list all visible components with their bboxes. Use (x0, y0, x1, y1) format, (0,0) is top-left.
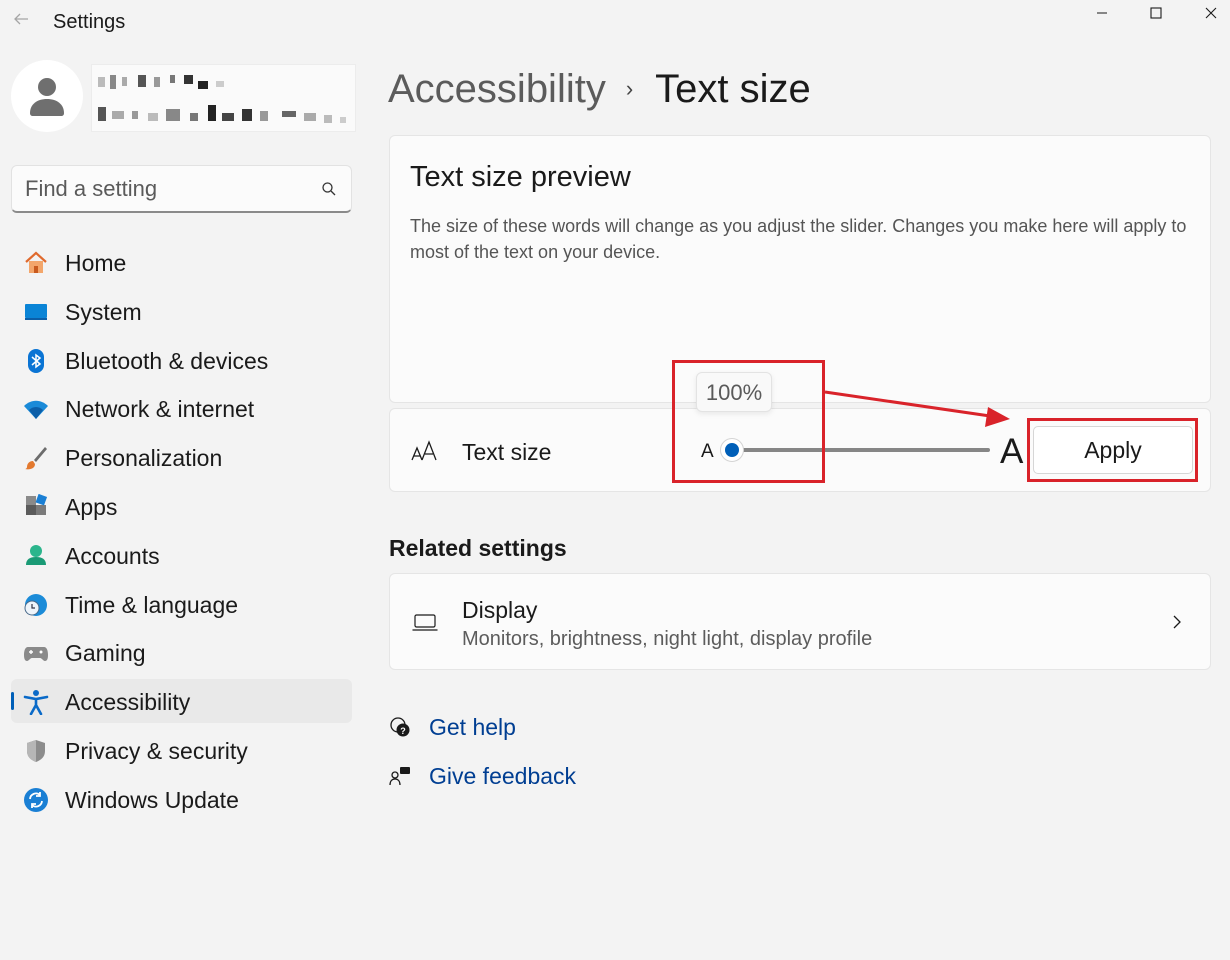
svg-text:?: ? (400, 726, 406, 736)
apps-icon (23, 493, 49, 520)
profile-info-redacted (91, 64, 356, 132)
monitor-icon (23, 299, 49, 325)
annotation-highlight-slider (672, 360, 825, 483)
give-feedback-link[interactable]: Give feedback (429, 763, 576, 790)
sidebar-item-home[interactable]: Home (11, 240, 352, 284)
preview-description: The size of these words will change as y… (410, 216, 1187, 262)
search-input[interactable] (12, 166, 312, 212)
search-box[interactable] (11, 165, 352, 213)
sidebar-item-accounts[interactable]: Accounts (11, 533, 352, 577)
maximize-icon (1150, 7, 1162, 19)
page-title: Text size (655, 66, 811, 111)
preview-title: Text size preview (410, 161, 631, 193)
close-icon (1205, 7, 1217, 19)
breadcrumb: Accessibility › Text size (388, 64, 811, 114)
annotation-highlight-apply (1027, 418, 1198, 482)
sidebar-item-system[interactable]: System (11, 289, 352, 333)
avatar[interactable] (11, 60, 83, 132)
maximize-button[interactable] (1133, 0, 1179, 26)
chevron-right-icon (1173, 615, 1181, 629)
sidebar-item-time-language[interactable]: Time & language (11, 582, 352, 626)
bluetooth-icon (23, 348, 49, 374)
person-icon (30, 78, 64, 116)
sidebar-item-bluetooth-devices[interactable]: Bluetooth & devices (11, 338, 352, 382)
gamepad-icon (23, 640, 49, 666)
search-icon[interactable] (321, 181, 337, 197)
wifi-icon (23, 396, 49, 422)
sidebar-item-network-internet[interactable]: Network & internet (11, 386, 352, 430)
get-help-link[interactable]: Get help (429, 714, 516, 741)
breadcrumb-parent[interactable]: Accessibility (388, 67, 606, 112)
minimize-icon (1097, 12, 1107, 14)
sidebar-item-windows-update[interactable]: Windows Update (11, 777, 352, 821)
display-settings-link[interactable]: Display Monitors, brightness, night ligh… (389, 573, 1211, 670)
chevron-right-icon: › (625, 76, 634, 101)
slider-max-glyph: A (1000, 432, 1024, 471)
sidebar-item-apps[interactable]: Apps (11, 484, 352, 528)
display-subtitle: Monitors, brightness, night light, displ… (462, 628, 873, 650)
related-settings-heading: Related settings (389, 535, 567, 561)
arrow-left-icon (14, 13, 28, 25)
display-title: Display (462, 597, 538, 623)
back-button[interactable] (10, 10, 32, 32)
update-icon (23, 787, 49, 813)
person-icon (23, 543, 49, 569)
home-icon (23, 250, 49, 276)
clock-globe-icon (23, 592, 49, 618)
feedback-icon (389, 767, 410, 786)
app-title: Settings (53, 11, 126, 33)
brush-icon (23, 445, 49, 471)
sidebar-item-personalization[interactable]: Personalization (11, 435, 352, 479)
sidebar-nav: Home System Bluetooth & devices Network … (11, 240, 352, 826)
minimize-button[interactable] (1079, 0, 1125, 26)
accessibility-icon (23, 689, 49, 716)
sidebar-item-privacy-security[interactable]: Privacy & security (11, 728, 352, 772)
text-size-label: Text size (462, 439, 552, 465)
title-bar: Settings (0, 0, 1230, 46)
shield-icon (23, 738, 49, 764)
sidebar-item-gaming[interactable]: Gaming (11, 630, 352, 674)
laptop-icon (412, 614, 438, 631)
close-button[interactable] (1188, 0, 1230, 26)
get-help-icon: ? (390, 717, 410, 737)
sidebar-item-accessibility[interactable]: Accessibility (11, 679, 352, 724)
text-size-icon (411, 440, 437, 461)
